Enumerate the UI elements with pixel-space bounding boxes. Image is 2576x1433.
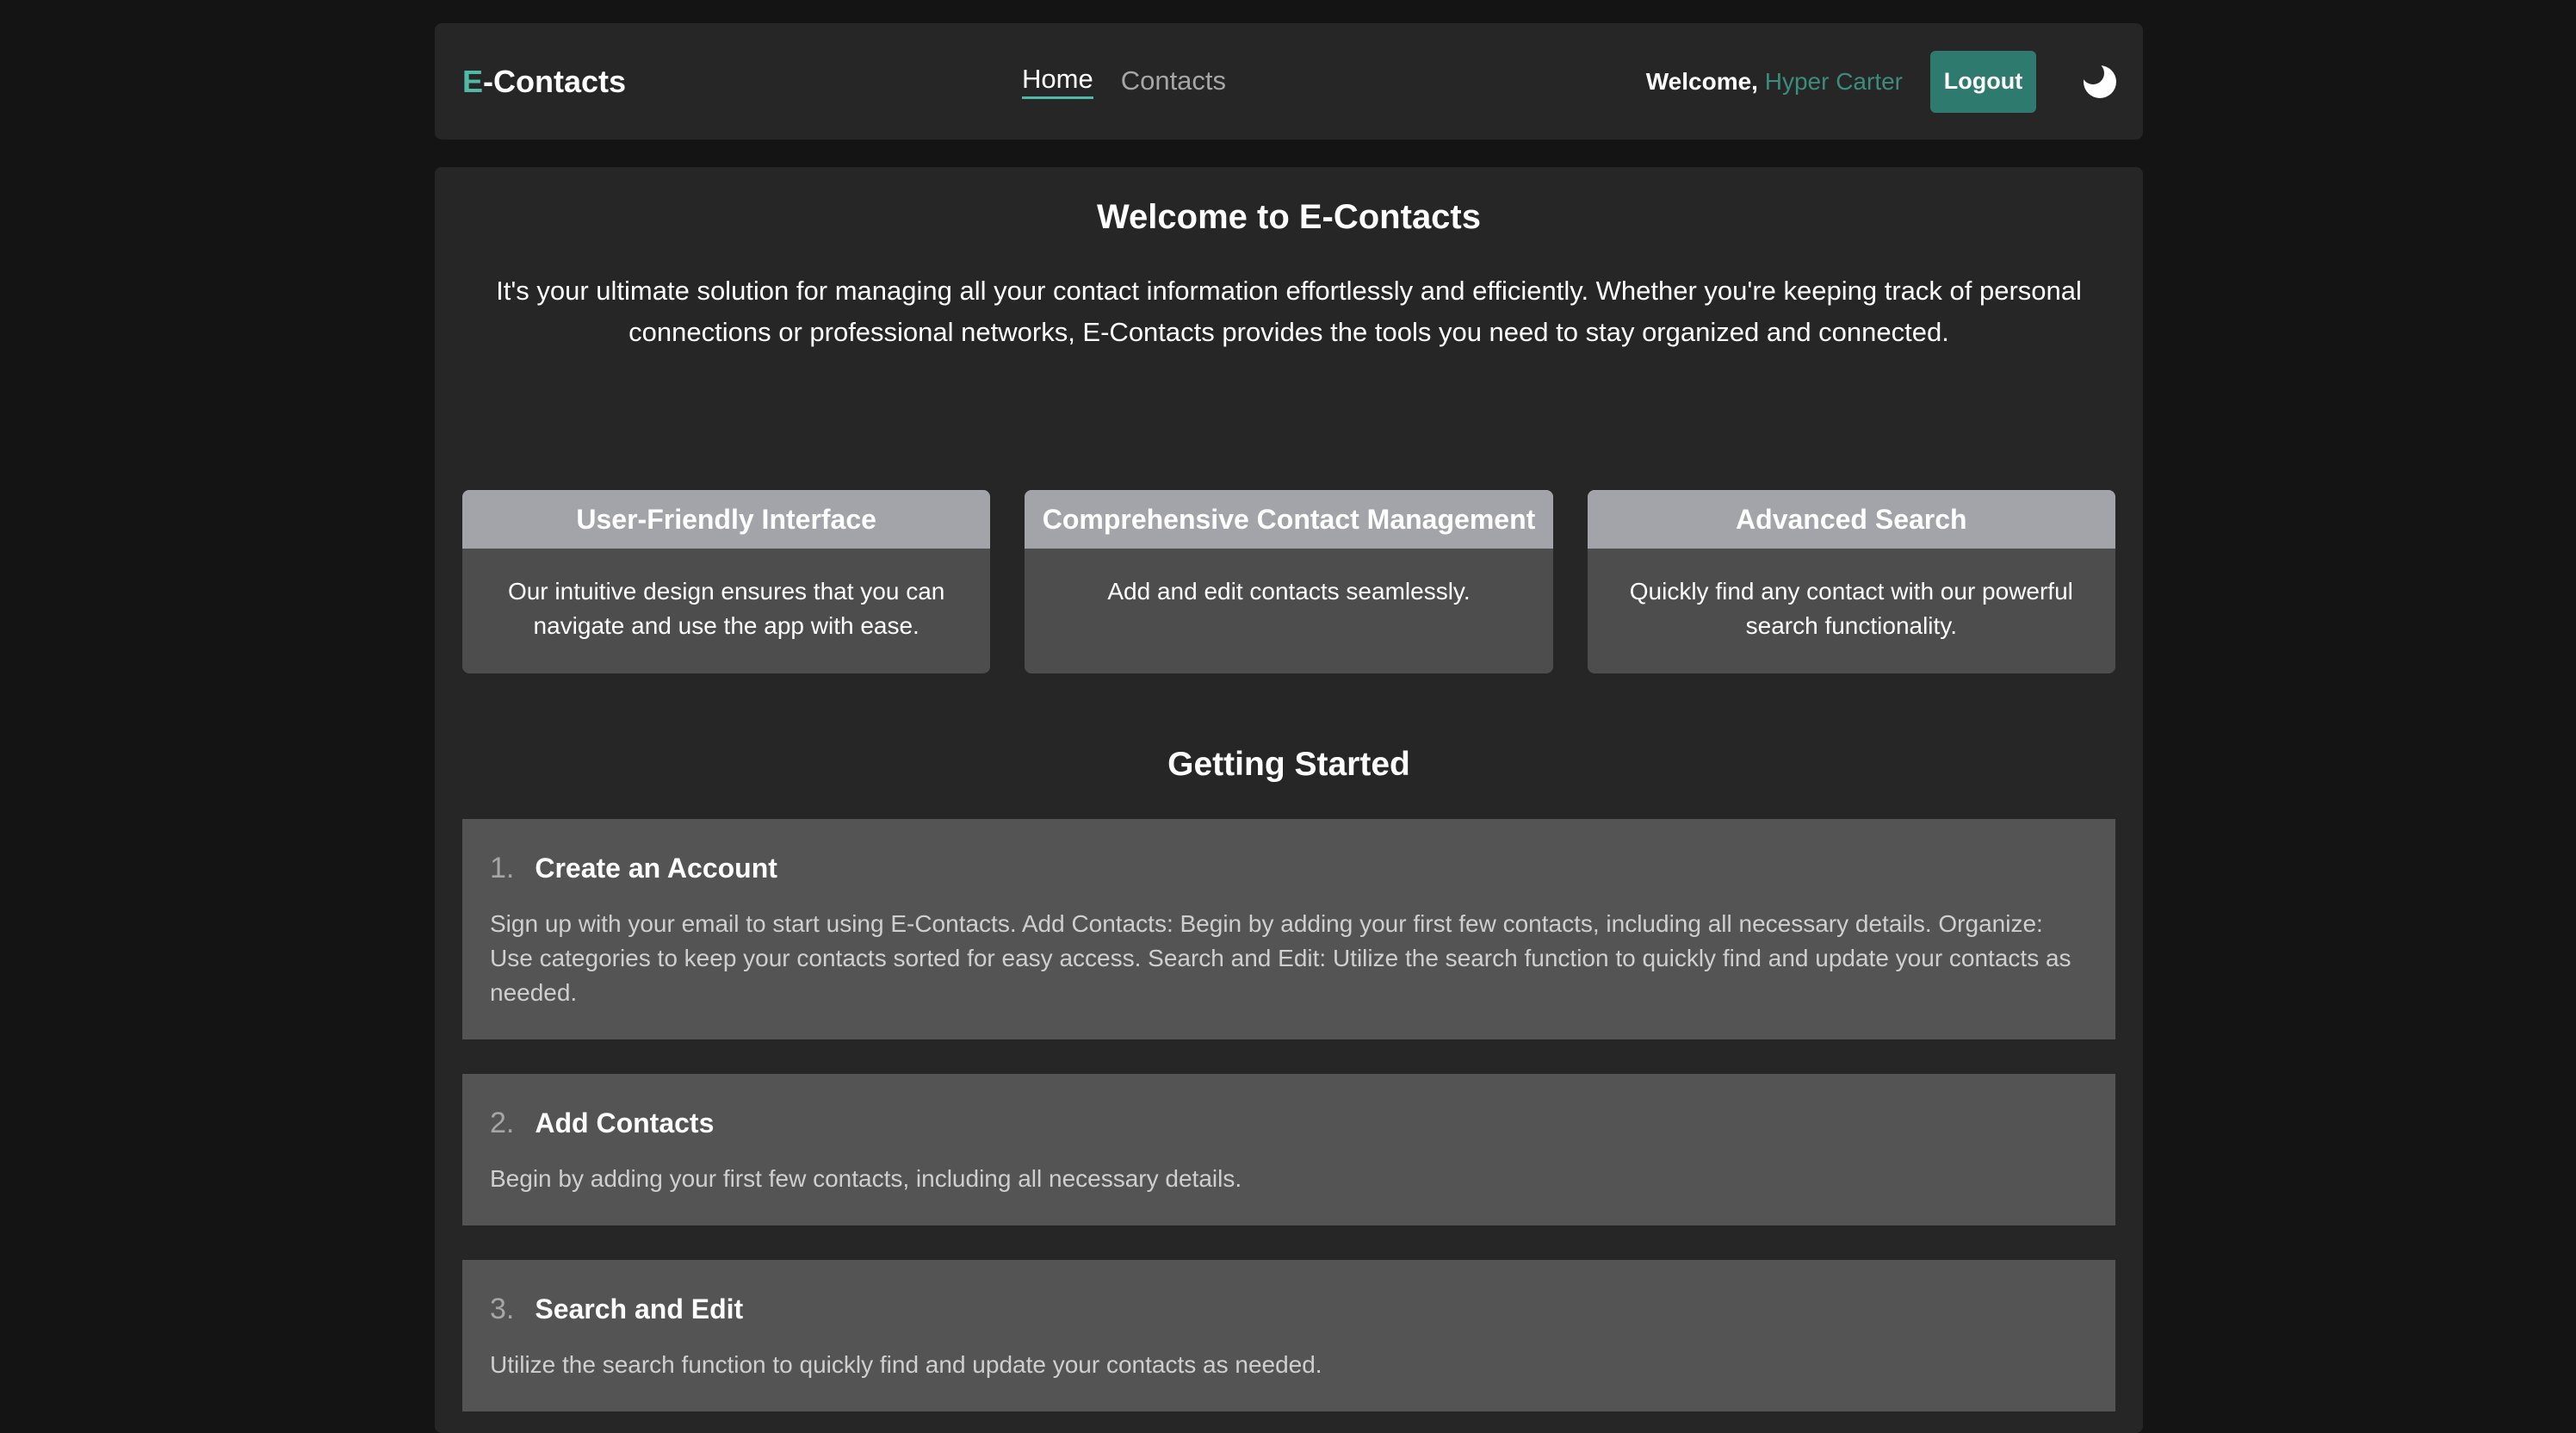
step-text: Sign up with your email to start using E… xyxy=(490,910,2071,1006)
feature-description: Our intuitive design ensures that you ca… xyxy=(507,578,945,639)
nav-link-contacts[interactable]: Contacts xyxy=(1121,65,1226,98)
nav-links: Home Contacts xyxy=(1022,23,1226,140)
step-search-edit: 3. Search and Edit Utilize the search fu… xyxy=(462,1260,2115,1411)
theme-toggle-button[interactable] xyxy=(2081,63,2119,101)
step-add-contacts: 2. Add Contacts Begin by adding your fir… xyxy=(462,1074,2115,1225)
step-header: 2. Add Contacts xyxy=(490,1107,714,1140)
brand-logo[interactable]: E-Contacts xyxy=(462,23,626,140)
brand-accent: E xyxy=(462,64,484,99)
nav-link-home[interactable]: Home xyxy=(1022,64,1093,99)
step-header: 3. Search and Edit xyxy=(490,1293,743,1326)
step-number: 2. xyxy=(490,1107,515,1139)
feature-card-advanced-search: Advanced Search Quickly find any contact… xyxy=(1587,490,2115,673)
getting-started-title: Getting Started xyxy=(1167,746,1410,783)
feature-title: User-Friendly Interface xyxy=(462,490,991,549)
feature-title: Comprehensive Contact Management xyxy=(1025,490,1553,549)
moon-icon xyxy=(2084,65,2116,98)
user-area: Welcome, Hyper Carter Logout xyxy=(1646,23,2119,140)
feature-description: Quickly find any contact with our powerf… xyxy=(1629,578,2073,639)
step-text: Utilize the search function to quickly f… xyxy=(490,1351,1322,1378)
main-content: Welcome to E-Contacts It's your ultimate… xyxy=(435,167,2143,1433)
feature-card-user-friendly: User-Friendly Interface Our intuitive de… xyxy=(462,490,991,673)
step-title: Create an Account xyxy=(535,853,777,884)
feature-cards: User-Friendly Interface Our intuitive de… xyxy=(462,490,2115,673)
intro-text: It's your ultimate solution for managing… xyxy=(496,276,2082,347)
navbar: E-Contacts Home Contacts Welcome, Hyper … xyxy=(435,23,2143,140)
step-number: 3. xyxy=(490,1293,515,1325)
username: Hyper Carter xyxy=(1764,67,1903,95)
step-text: Begin by adding your first few contacts,… xyxy=(490,1165,1242,1192)
step-header: 1. Create an Account xyxy=(490,852,777,885)
brand-name: -Contacts xyxy=(483,64,627,99)
step-title: Search and Edit xyxy=(535,1293,744,1324)
step-number: 1. xyxy=(490,852,515,884)
feature-description: Add and edit contacts seamlessly. xyxy=(1107,578,1471,605)
welcome-message: Welcome, Hyper Carter xyxy=(1646,68,1903,96)
feature-card-contact-management: Comprehensive Contact Management Add and… xyxy=(1025,490,1553,673)
feature-title: Advanced Search xyxy=(1587,490,2115,549)
step-create-account: 1. Create an Account Sign up with your e… xyxy=(462,819,2115,1039)
page-title: Welcome to E-Contacts xyxy=(1097,198,1481,236)
welcome-label: Welcome, xyxy=(1645,67,1758,95)
logout-button[interactable]: Logout xyxy=(1930,50,2036,113)
step-title: Add Contacts xyxy=(535,1107,715,1138)
